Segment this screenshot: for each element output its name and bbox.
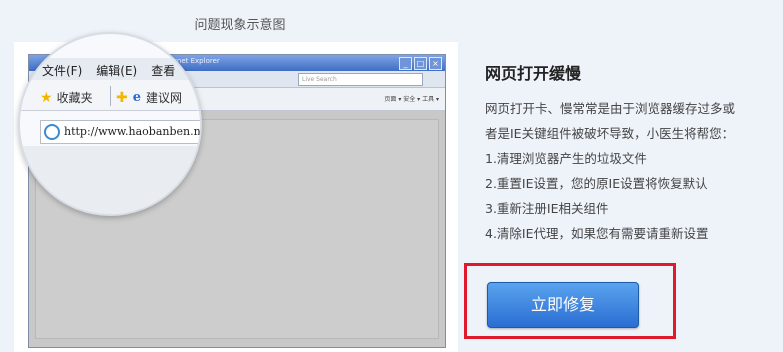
minimize-icon: _ <box>399 57 412 70</box>
menu-view: 查看 <box>151 64 176 78</box>
suggest-label: 建议网 <box>146 91 183 105</box>
ie-logo-icon: e <box>132 90 142 105</box>
description-line: 网页打开卡、慢常常是由于浏览器缓存过多或 <box>485 101 736 116</box>
description-line: 4.清除IE代理，如果您有需要请重新设置 <box>485 226 709 241</box>
ie-search-box: Live Search <box>298 73 423 86</box>
url-tab: http://www.haobanben.ne <box>40 120 202 144</box>
url-text: http://www.haobanben.ne <box>64 125 202 138</box>
suggest-item: ✚ e 建议网 <box>116 89 182 106</box>
close-icon: × <box>429 57 442 70</box>
menu-file: 文件(F) <box>42 64 83 78</box>
maximize-icon: □ <box>414 57 427 70</box>
window-buttons: _ □ × <box>399 57 442 70</box>
star-icon: ★ <box>40 89 53 106</box>
add-favorite-icon: ✚ <box>116 89 128 106</box>
fix-now-button[interactable]: 立即修复 <box>487 282 639 328</box>
description-line: 者是IE关键组件被破坏导致，小医生将帮您： <box>485 126 735 141</box>
panel-title: 网页打开缓慢 <box>485 64 582 83</box>
page-globe-icon <box>44 124 60 140</box>
description-line: 3.重新注册IE相关组件 <box>485 201 609 216</box>
magnifier-zoom: 文件(F) 编辑(E) 查看 ★ 收藏夹 ✚ e 建议网 http://www.… <box>18 32 202 216</box>
description-line: 1.清理浏览器产生的垃圾文件 <box>485 151 647 166</box>
mag-menu: 文件(F) 编辑(E) 查看 <box>42 62 175 79</box>
ie-toolbar-tools: 页面 ▾ 安全 ▾ 工具 ▾ <box>384 96 439 103</box>
divider <box>110 86 111 106</box>
mag-lower-area <box>20 146 200 214</box>
favorites-label: 收藏夹 <box>56 91 93 105</box>
description-line: 2.重置IE设置，您的原IE设置将恢复默认 <box>485 176 708 191</box>
panel-description: 网页打开卡、慢常常是由于浏览器缓存过多或 者是IE关键组件被破坏导致，小医生将帮… <box>485 96 775 246</box>
preview-caption: 问题现象示意图 <box>194 18 286 33</box>
menu-edit: 编辑(E) <box>96 64 138 78</box>
favorites-item: ★ 收藏夹 <box>40 89 93 106</box>
preview-card: ws Internet Explorer _ □ × Live Search 页… <box>14 32 458 352</box>
